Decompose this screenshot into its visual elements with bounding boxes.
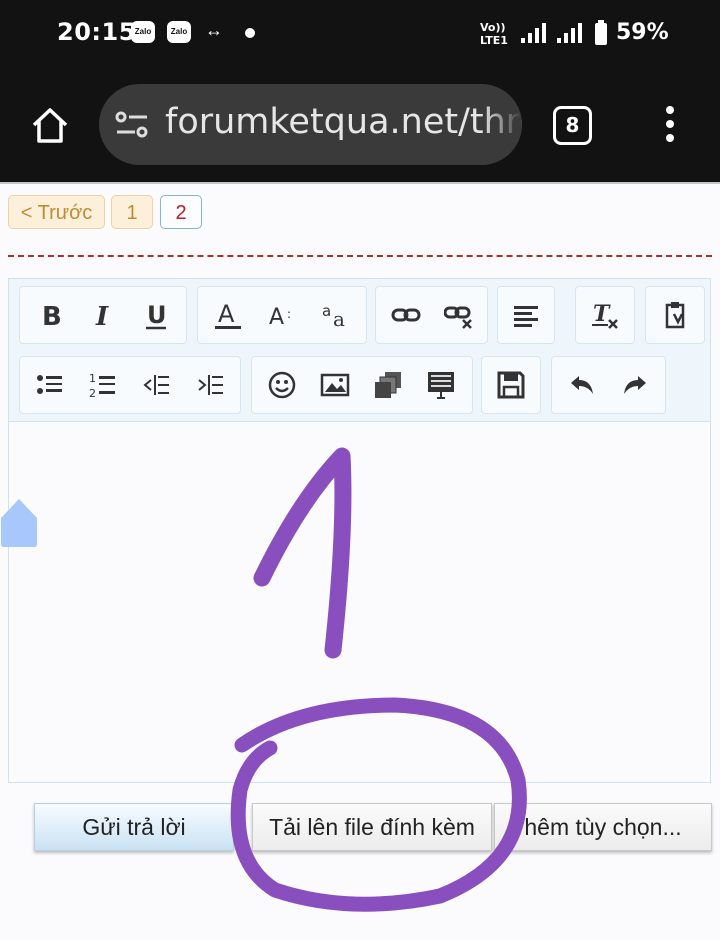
divider <box>8 255 712 257</box>
toolbar-group-paste <box>645 286 705 344</box>
save-draft-icon[interactable] <box>485 357 537 413</box>
bulleted-list-icon[interactable] <box>24 357 76 413</box>
notification-dot-icon <box>245 28 255 38</box>
toolbar-group-history <box>551 356 666 414</box>
svg-text::: : <box>287 307 291 321</box>
svg-text:1: 1 <box>89 372 96 385</box>
data-sync-icon: ↔ <box>205 20 223 40</box>
submit-reply-button[interactable]: Gửi trả lời <box>34 803 234 851</box>
toolbar-group-font: A A: aa <box>197 286 367 344</box>
bold-icon[interactable]: B <box>24 287 76 343</box>
media-icon[interactable] <box>362 357 414 413</box>
svg-text:A: A <box>218 300 235 328</box>
svg-text:2: 2 <box>89 387 96 400</box>
browser-toolbar: forumketqua.net/thre 8 <box>0 70 720 182</box>
signal-strength-icon <box>521 23 546 43</box>
svg-text:a: a <box>322 302 331 320</box>
page-link-1[interactable]: 1 <box>111 195 153 229</box>
numbered-list-icon[interactable]: 12 <box>77 357 129 413</box>
smiley-icon[interactable] <box>256 357 308 413</box>
svg-text:I: I <box>95 302 109 330</box>
site-settings-icon[interactable] <box>115 110 149 140</box>
home-icon[interactable] <box>30 106 70 144</box>
signal-strength-icon <box>557 23 582 43</box>
unlink-icon[interactable] <box>433 287 485 343</box>
text-color-icon[interactable]: A <box>202 287 254 343</box>
underline-icon[interactable]: U <box>130 287 182 343</box>
image-icon[interactable] <box>309 357 361 413</box>
page-link-2-current[interactable]: 2 <box>160 195 202 229</box>
more-vert-icon[interactable] <box>660 104 680 144</box>
toolbar-group-save <box>481 356 541 414</box>
toolbar-group-link <box>375 286 488 344</box>
zalo-notification-icon: Zalo <box>167 21 191 43</box>
toolbar-group-insert <box>251 356 473 414</box>
svg-text:A: A <box>269 305 284 330</box>
align-icon[interactable] <box>500 287 552 343</box>
font-name-icon[interactable]: aa <box>310 287 362 343</box>
remove-format-icon[interactable]: T <box>579 287 631 343</box>
redo-icon[interactable] <box>609 357 661 413</box>
svg-text:Vo)): Vo)) <box>480 21 506 34</box>
battery-level: 59% <box>616 20 669 45</box>
form-actions: Gửi trả lời Tải lên file đính kèm Thêm t… <box>34 803 712 851</box>
svg-text:LTE1: LTE1 <box>480 34 508 46</box>
page-content: < Trước 1 2 B I U A A: a a T 1 2 Gửi tr… <box>0 182 720 940</box>
italic-icon[interactable]: I <box>77 287 129 343</box>
more-options-button[interactable]: Thêm tùy chọn... <box>494 803 712 851</box>
address-bar[interactable]: forumketqua.net/thre <box>99 84 522 165</box>
prev-page-button[interactable]: < Trước <box>8 195 105 229</box>
toolbar-group-clear: T <box>575 286 635 344</box>
svg-text:T: T <box>593 301 611 327</box>
tab-switcher-icon[interactable]: 8 <box>553 106 592 145</box>
volte-icon: Vo)) LTE1 <box>480 21 508 46</box>
text-selection-handle-icon[interactable] <box>0 498 38 548</box>
quote-icon[interactable] <box>415 357 467 413</box>
svg-text:a: a <box>333 307 345 330</box>
font-size-icon[interactable]: A: <box>256 287 308 343</box>
upload-attachment-button[interactable]: Tải lên file đính kèm <box>252 803 492 851</box>
toolbar-group-align <box>497 286 555 344</box>
reply-editor[interactable]: B I U A A: aa T 1 2 <box>8 278 711 783</box>
status-time: 20:15 <box>57 18 136 46</box>
editor-content-area[interactable] <box>9 422 710 782</box>
svg-text:B: B <box>42 302 62 330</box>
zalo-notification-icon: Zalo <box>131 21 155 43</box>
indent-icon[interactable] <box>184 357 236 413</box>
undo-icon[interactable] <box>556 357 608 413</box>
paste-icon[interactable] <box>649 287 701 343</box>
battery-icon <box>595 20 607 45</box>
url-text: forumketqua.net/thre <box>165 102 522 142</box>
status-bar: 20:15 Zalo Zalo ↔ Vo)) LTE1 59% <box>0 0 720 70</box>
toolbar-group-lists: 12 <box>19 356 241 414</box>
outdent-icon[interactable] <box>130 357 182 413</box>
editor-toolbar: B I U A A: aa T 1 2 <box>9 279 710 422</box>
toolbar-group-format: B I U <box>19 286 187 344</box>
link-icon[interactable] <box>380 287 432 343</box>
svg-text:U: U <box>147 301 167 329</box>
